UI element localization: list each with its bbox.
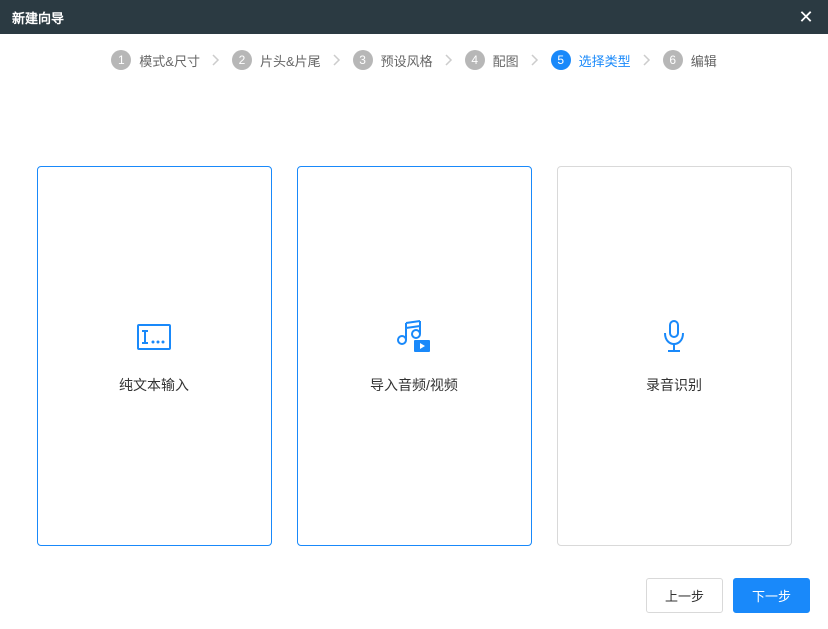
step-num: 2 [232,50,252,70]
microphone-icon [654,317,694,357]
text-input-icon [134,317,174,357]
step-num: 3 [353,50,373,70]
step-4[interactable]: 4 配图 [465,50,519,70]
step-label: 片头&片尾 [260,51,321,70]
card-label: 录音识别 [646,375,702,395]
step-label: 模式&尺寸 [139,51,200,70]
music-video-icon [394,317,434,357]
step-num: 6 [663,50,683,70]
step-num: 1 [111,50,131,70]
step-1[interactable]: 1 模式&尺寸 [111,50,200,70]
next-button[interactable]: 下一步 [733,578,810,613]
step-6[interactable]: 6 编辑 [663,50,717,70]
close-icon[interactable]: ✕ [796,7,816,28]
prev-button[interactable]: 上一步 [646,578,723,613]
window-title: 新建向导 [12,8,64,27]
step-3[interactable]: 3 预设风格 [353,50,433,70]
card-label: 导入音频/视频 [370,375,458,395]
chevron-right-icon [643,54,651,66]
stepper: 1 模式&尺寸 2 片头&片尾 3 预设风格 4 配图 5 选择类型 6 编辑 [0,34,828,86]
card-label: 纯文本输入 [119,375,189,395]
chevron-right-icon [333,54,341,66]
card-record[interactable]: 录音识别 [557,166,792,546]
titlebar: 新建向导 ✕ [0,0,828,34]
chevron-right-icon [212,54,220,66]
step-num: 5 [551,50,571,70]
card-container: 纯文本输入 导入音频/视频 录音识别 [0,86,828,566]
chevron-right-icon [445,54,453,66]
footer-buttons: 上一步 下一步 [646,578,810,613]
chevron-right-icon [531,54,539,66]
step-label: 配图 [493,51,519,70]
step-num: 4 [465,50,485,70]
step-label: 选择类型 [579,51,631,70]
step-label: 预设风格 [381,51,433,70]
step-5[interactable]: 5 选择类型 [551,50,631,70]
step-label: 编辑 [691,51,717,70]
card-text-input[interactable]: 纯文本输入 [37,166,272,546]
card-import-media[interactable]: 导入音频/视频 [297,166,532,546]
step-2[interactable]: 2 片头&片尾 [232,50,321,70]
